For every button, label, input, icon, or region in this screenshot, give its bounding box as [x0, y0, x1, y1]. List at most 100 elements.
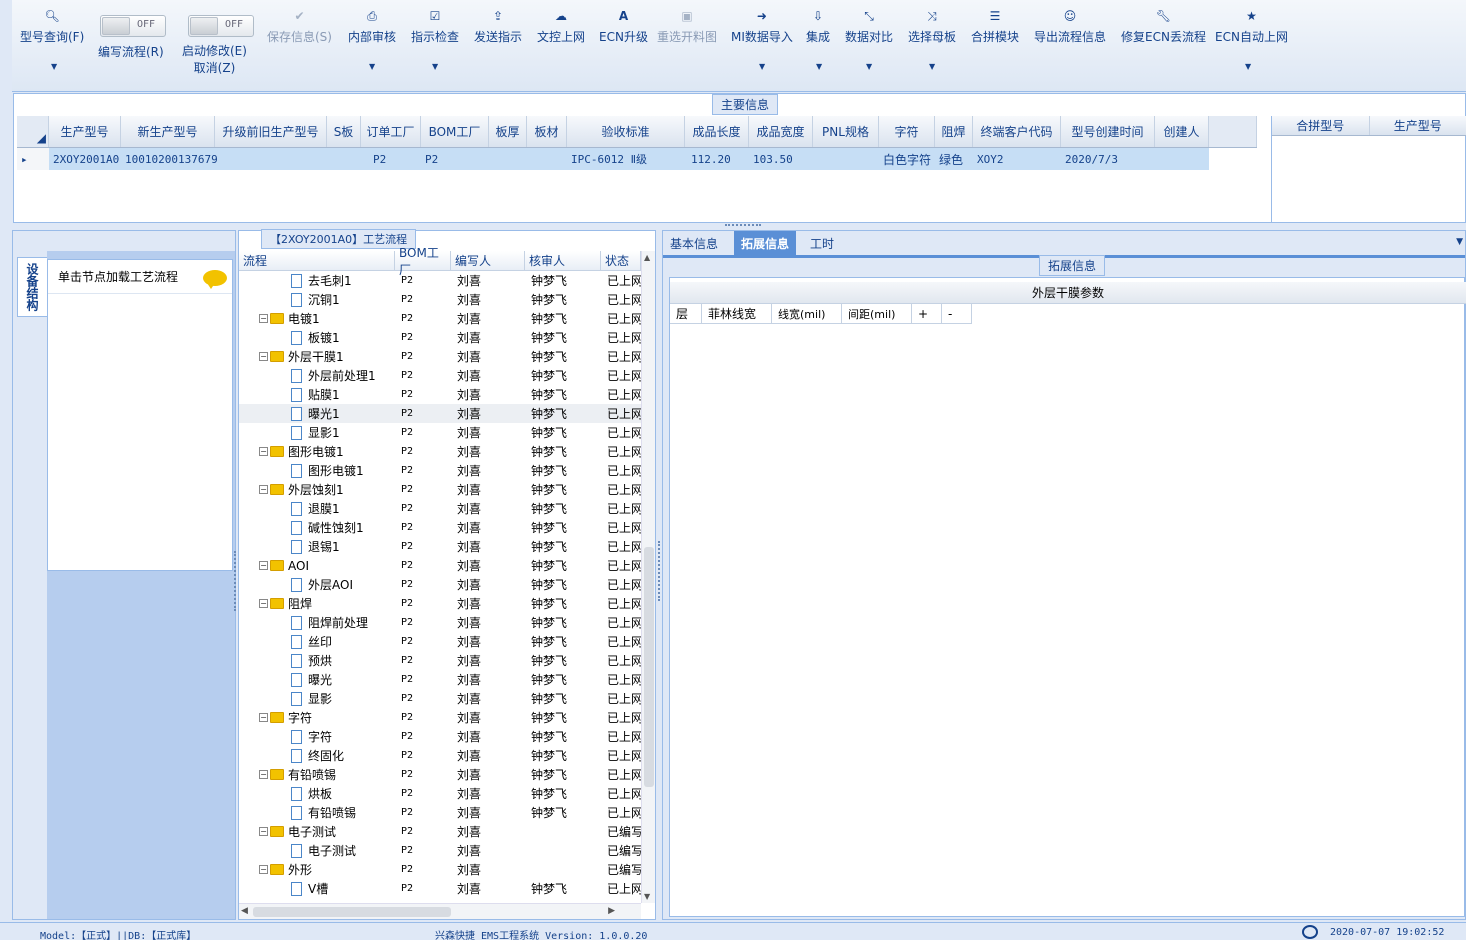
col-header[interactable]: BOM工厂 — [421, 116, 489, 147]
tree-row[interactable]: − 有铅喷锡 P2 刘喜 钟梦飞 已上网 — [239, 765, 641, 784]
col-header[interactable]: 流程 — [239, 251, 395, 270]
tree-row[interactable]: − 外层干膜1 P2 刘喜 钟梦飞 已上网 — [239, 347, 641, 366]
tree-row[interactable]: − 外层蚀刻1 P2 刘喜 钟梦飞 已上网 — [239, 480, 641, 499]
col-header[interactable]: 成品宽度 — [749, 116, 813, 147]
tree-row[interactable]: 预烘 P2 刘喜 钟梦飞 已上网 — [239, 651, 641, 670]
tree-row[interactable]: 丝印 P2 刘喜 钟梦飞 已上网 — [239, 632, 641, 651]
col-header[interactable]: 板厚 — [489, 116, 527, 147]
tree-row[interactable]: 终固化 P2 刘喜 钟梦飞 已上网 — [239, 746, 641, 765]
col-header[interactable]: 板材 — [527, 116, 567, 147]
collapse-icon[interactable]: − — [259, 865, 268, 874]
select-motherboard-button[interactable]: ⤨ 选择母板 — [908, 8, 956, 45]
scroll-down-icon[interactable]: ▼ — [644, 892, 650, 901]
collapse-icon[interactable]: − — [259, 599, 268, 608]
tree-row[interactable]: − AOI P2 刘喜 钟梦飞 已上网 — [239, 556, 641, 575]
tab-extension-info[interactable]: 拓展信息 — [734, 231, 797, 255]
scroll-thumb[interactable] — [253, 907, 451, 917]
write-flow-toggle[interactable]: OFF — [100, 15, 166, 37]
start-modify-toggle[interactable]: OFF — [188, 15, 254, 37]
data-compare-button[interactable]: ⤡ 数据对比 — [845, 8, 893, 45]
tree-row[interactable]: 有铅喷锡 P2 刘喜 钟梦飞 已上网 — [239, 803, 641, 822]
tree-row[interactable]: − 阻焊 P2 刘喜 钟梦飞 已上网 — [239, 594, 641, 613]
col-header[interactable]: 新生产型号 — [121, 116, 215, 147]
export-flow-button[interactable]: ☺ 导出流程信息 — [1034, 8, 1106, 45]
chevron-down-icon[interactable]: ▼ — [866, 62, 872, 71]
chevron-down-icon[interactable]: ▼ — [1245, 62, 1251, 71]
splitter-handle[interactable] — [234, 551, 237, 611]
col-header[interactable]: BOM工厂 — [395, 246, 451, 277]
col-header[interactable]: 型号创建时间 — [1061, 116, 1155, 147]
tree-row[interactable]: 电子测试 P2 刘喜 已编写 — [239, 841, 641, 860]
collapse-icon[interactable]: − — [259, 827, 268, 836]
collapse-icon[interactable]: − — [259, 713, 268, 722]
collapse-icon[interactable]: − — [259, 314, 268, 323]
col-header[interactable]: 线宽(mil) — [772, 304, 842, 323]
tab-device-structure[interactable]: 设备结构 — [17, 257, 47, 317]
mi-data-import-button[interactable]: ➜ MI数据导入 — [731, 8, 793, 45]
model-search-button[interactable]: 🔍︎ 型号查询(F) — [20, 8, 84, 45]
col-header[interactable]: 生产型号 — [1370, 116, 1466, 135]
col-header[interactable]: 升级前旧生产型号 — [215, 116, 327, 147]
col-header[interactable]: 生产型号 — [49, 116, 121, 147]
collapse-icon[interactable]: − — [259, 561, 268, 570]
scroll-right-icon[interactable]: ▶ — [608, 906, 615, 916]
ecn-upgrade-button[interactable]: A ECN升级 — [599, 8, 648, 45]
col-header[interactable]: 字符 — [879, 116, 935, 147]
tree-row[interactable]: 阻焊前处理 P2 刘喜 钟梦飞 已上网 — [239, 613, 641, 632]
tree-row[interactable]: 板镀1 P2 刘喜 钟梦飞 已上网 — [239, 328, 641, 347]
tree-row[interactable]: − 电子测试 P2 刘喜 已编写 — [239, 822, 641, 841]
scroll-thumb[interactable] — [644, 547, 654, 787]
save-info-button[interactable]: ✔ 保存信息(S) — [267, 8, 332, 45]
chevron-down-icon[interactable]: ▼ — [432, 62, 438, 71]
tab-work-hours[interactable]: 工时 — [803, 231, 841, 255]
splitter-handle[interactable] — [725, 224, 761, 228]
tree-row[interactable]: 去毛刺1 P2 刘喜 钟梦飞 已上网 — [239, 271, 641, 290]
tree-row[interactable]: 图形电镀1 P2 刘喜 钟梦飞 已上网 — [239, 461, 641, 480]
col-header[interactable]: 订单工厂 — [361, 116, 421, 147]
tree-row[interactable]: − 图形电镀1 P2 刘喜 钟梦飞 已上网 — [239, 442, 641, 461]
col-header[interactable]: 创建人 — [1155, 116, 1209, 147]
tree-row[interactable]: − 电镀1 P2 刘喜 钟梦飞 已上网 — [239, 309, 641, 328]
tree-row[interactable]: 退锡1 P2 刘喜 钟梦飞 已上网 — [239, 537, 641, 556]
tree-row[interactable]: 字符 P2 刘喜 钟梦飞 已上网 — [239, 727, 641, 746]
merge-module-button[interactable]: ☰ 合拼模块 — [971, 8, 1019, 45]
col-header[interactable]: 验收标准 — [567, 116, 685, 147]
cancel-modify-button[interactable]: 取消(Z) — [194, 61, 236, 75]
vertical-scrollbar[interactable]: ▲ ▼ — [641, 251, 655, 903]
col-header[interactable]: 终端客户代码 — [973, 116, 1061, 147]
tree-row[interactable]: V槽 P2 刘喜 钟梦飞 已上网 — [239, 879, 641, 898]
scroll-left-icon[interactable]: ◀ — [241, 906, 248, 916]
tab-basic-info[interactable]: 基本信息 — [663, 231, 725, 255]
col-header[interactable]: 间距(mil) — [842, 304, 912, 323]
tree-row[interactable]: 外层前处理1 P2 刘喜 钟梦飞 已上网 — [239, 366, 641, 385]
tree-row[interactable]: 显影 P2 刘喜 钟梦飞 已上网 — [239, 689, 641, 708]
reselect-cutting-button[interactable]: ▣ 重选开料图 — [657, 8, 717, 45]
add-row-button[interactable]: + — [912, 304, 942, 323]
send-instruction-button[interactable]: ⇪ 发送指示 — [474, 8, 522, 45]
doc-control-online-button[interactable]: ☁ 文控上网 — [537, 8, 585, 45]
col-header[interactable]: 阻焊 — [935, 116, 973, 147]
tree-row[interactable]: − 外形 P2 刘喜 已编写 — [239, 860, 641, 879]
select-all-corner[interactable]: ◢ — [17, 116, 49, 147]
tree-row[interactable]: 沉铜1 P2 刘喜 钟梦飞 已上网 — [239, 290, 641, 309]
collapse-icon[interactable]: − — [259, 770, 268, 779]
col-header[interactable]: 编写人 — [451, 251, 525, 270]
horizontal-scrollbar[interactable]: ◀ ▶ — [239, 903, 641, 919]
tree-row[interactable]: − 字符 P2 刘喜 钟梦飞 已上网 — [239, 708, 641, 727]
col-header[interactable]: PNL规格 — [813, 116, 879, 147]
remove-row-button[interactable]: - — [942, 304, 972, 323]
col-header[interactable]: 合拼型号 — [1272, 116, 1370, 135]
tree-row[interactable]: 外层AOI P2 刘喜 钟梦飞 已上网 — [239, 575, 641, 594]
tree-row[interactable]: 显影1 P2 刘喜 钟梦飞 已上网 — [239, 423, 641, 442]
tree-row[interactable]: 碱性蚀刻1 P2 刘喜 钟梦飞 已上网 — [239, 518, 641, 537]
chevron-down-icon[interactable]: ▼ — [759, 62, 765, 71]
tree-row[interactable]: 曝光1 P2 刘喜 钟梦飞 已上网 — [239, 404, 641, 423]
chevron-down-icon[interactable]: ▼ — [816, 62, 822, 71]
col-header[interactable]: 状态 — [601, 251, 641, 270]
table-row[interactable]: ▸ 2XOY2001A0 10010200137679 P2 P2 IPC-60… — [17, 148, 1209, 170]
col-header[interactable]: 核审人 — [525, 251, 601, 270]
chevron-down-icon[interactable]: ▼ — [929, 62, 935, 71]
collapse-icon[interactable]: − — [259, 485, 268, 494]
splitter-handle[interactable] — [658, 541, 661, 601]
col-header[interactable]: 成品长度 — [685, 116, 749, 147]
